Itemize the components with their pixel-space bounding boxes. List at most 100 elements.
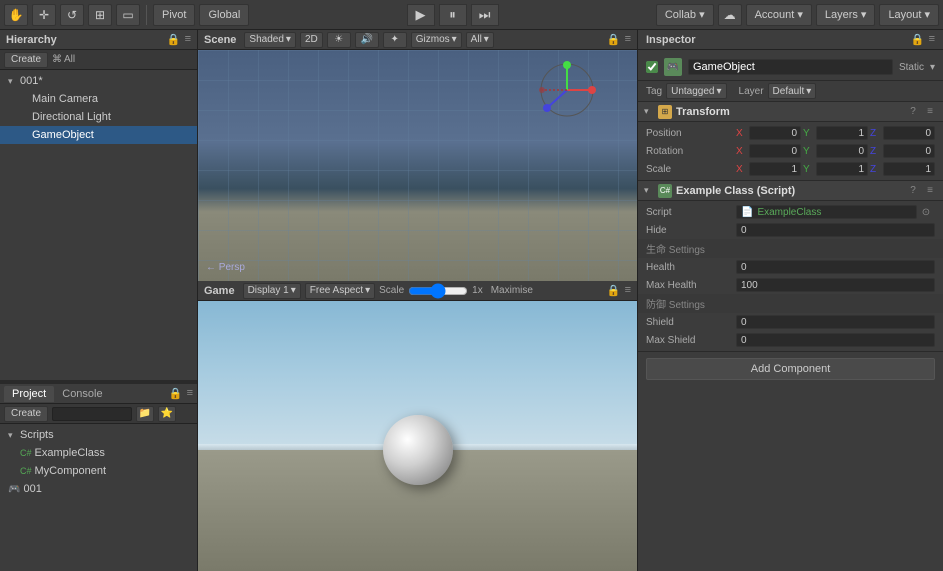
project-menu-icon[interactable]: ≡ xyxy=(187,387,193,400)
pivot-button[interactable]: Pivot xyxy=(153,4,195,26)
layers-button[interactable]: Layers ▾ xyxy=(816,4,876,26)
left-panel: Hierarchy 🔒 ≡ Create ⌘ All ▾ 001* xyxy=(0,30,198,571)
step-button[interactable]: ⏭ xyxy=(471,4,499,26)
tab-console[interactable]: Console xyxy=(54,386,110,402)
mycomponent-icon: C# xyxy=(20,466,32,476)
project-folder-button[interactable]: 📁 xyxy=(136,406,154,422)
max-shield-input[interactable] xyxy=(736,333,935,347)
tab-project[interactable]: Project xyxy=(4,386,54,402)
hand-tool-button[interactable]: ✋ xyxy=(4,4,28,26)
scene-audio-button[interactable]: 🔊 xyxy=(355,32,379,48)
inspector-lock-icon[interactable]: 🔒 xyxy=(911,33,925,46)
scene-all-dropdown[interactable]: All ▾ xyxy=(466,32,494,48)
game-menu-icon[interactable]: ≡ xyxy=(625,284,631,297)
pos-x-input[interactable] xyxy=(749,126,801,140)
hierarchy-item-2[interactable]: GameObject xyxy=(0,126,197,144)
tag-dropdown[interactable]: Untagged ▾ xyxy=(666,83,726,99)
cloud-button[interactable]: ☁ xyxy=(718,4,742,26)
project-mycomponent-item[interactable]: C# MyComponent xyxy=(0,462,197,480)
layer-dropdown[interactable]: Default ▾ xyxy=(768,83,817,99)
pause-button[interactable]: ⏸ xyxy=(439,4,467,26)
sc-x-axis: X xyxy=(736,164,748,175)
add-component-button[interactable]: Add Component xyxy=(646,358,935,380)
scale-slider[interactable] xyxy=(408,285,468,297)
project-exampleclass-item[interactable]: C# ExampleClass xyxy=(0,444,197,462)
hierarchy-all-tag[interactable]: ⌘ All xyxy=(52,54,75,65)
rot-z-input[interactable] xyxy=(883,144,935,158)
game-aspect-dropdown[interactable]: Free Aspect ▾ xyxy=(305,283,375,299)
script-edit-button[interactable]: ⊙ xyxy=(917,205,935,219)
hierarchy-create-button[interactable]: Create xyxy=(4,52,48,68)
scripts-folder-label: Scripts xyxy=(20,429,54,441)
transform-help-button[interactable]: ? xyxy=(906,105,920,119)
scene-fx-button[interactable]: ✦ xyxy=(383,32,407,48)
pos-z-input[interactable] xyxy=(883,126,935,140)
scene-view: ← Persp xyxy=(198,50,637,281)
hierarchy-lock-icon: 🔒 xyxy=(167,33,181,46)
shaded-arrow: ▾ xyxy=(286,34,291,45)
defense-settings-label: 防御 Settings xyxy=(638,294,943,313)
active-checkbox-input[interactable] xyxy=(646,61,658,73)
mycomponent-label: MyComponent xyxy=(35,465,107,477)
scene-gizmos-dropdown[interactable]: Gizmos ▾ xyxy=(411,32,462,48)
hierarchy-item-1[interactable]: Directional Light xyxy=(0,108,197,126)
project-create-button[interactable]: Create xyxy=(4,406,48,422)
game-display-dropdown[interactable]: Display 1 ▾ xyxy=(243,283,301,299)
layout-button[interactable]: Layout ▾ xyxy=(879,4,939,26)
project-star-button[interactable]: ⭐ xyxy=(158,406,176,422)
transform-menu-button[interactable]: ≡ xyxy=(923,105,937,119)
hierarchy-menu-icon[interactable]: ≡ xyxy=(185,33,191,46)
collab-button[interactable]: Collab ▾ xyxy=(656,4,714,26)
project-search-input[interactable] xyxy=(52,407,132,421)
sc-x-group: X xyxy=(736,162,801,176)
rot-y-input[interactable] xyxy=(816,144,868,158)
gizmos-arrow: ▾ xyxy=(452,34,457,45)
script-value-field[interactable]: 📄 ExampleClass xyxy=(736,205,917,219)
gameobject-top-row: 🎮 Static ▾ xyxy=(638,54,943,81)
sc-y-axis: Y xyxy=(803,164,815,175)
project-001-item[interactable]: 🎮 001 xyxy=(0,480,197,498)
pos-y-axis: Y xyxy=(803,128,815,139)
scene-menu-icon[interactable]: ≡ xyxy=(625,33,631,46)
layer-label: Layer xyxy=(739,86,764,97)
rot-z-axis: Z xyxy=(870,146,882,157)
health-row: Health xyxy=(638,258,943,276)
rot-x-axis: X xyxy=(736,146,748,157)
pos-y-input[interactable] xyxy=(816,126,868,140)
rotate-tool-button[interactable]: ↺ xyxy=(60,4,84,26)
move-tool-button[interactable]: ✛ xyxy=(32,4,56,26)
rect-tool-button[interactable]: ▭ xyxy=(116,4,140,26)
health-input[interactable] xyxy=(736,260,935,274)
scene-shaded-dropdown[interactable]: Shaded ▾ xyxy=(244,32,296,48)
gameobject-active-checkbox[interactable] xyxy=(646,61,658,73)
script-menu-button[interactable]: ≡ xyxy=(923,184,937,198)
global-button[interactable]: Global xyxy=(199,4,249,26)
scene-light-button[interactable]: ☀ xyxy=(327,32,351,48)
tag-label: Tag xyxy=(646,86,662,97)
sc-x-input[interactable] xyxy=(749,162,801,176)
transform-header[interactable]: ▾ ⊞ Transform ? ≡ xyxy=(638,102,943,122)
hierarchy-item-0[interactable]: Main Camera xyxy=(0,90,197,108)
pivot-label: Pivot xyxy=(162,9,186,21)
scale-tool-button[interactable]: ⊞ xyxy=(88,4,112,26)
display-arrow: ▾ xyxy=(291,285,296,296)
max-health-input[interactable] xyxy=(736,278,935,292)
gameobject-name-input[interactable] xyxy=(688,59,893,75)
inspector-tab[interactable]: Inspector xyxy=(646,34,696,46)
hierarchy-root-item[interactable]: ▾ 001* xyxy=(0,72,197,90)
hide-input[interactable] xyxy=(736,223,935,237)
pos-y-group: Y xyxy=(803,126,868,140)
static-dropdown[interactable]: ▾ xyxy=(930,62,935,73)
play-button[interactable]: ▶ xyxy=(407,4,435,26)
script-header[interactable]: ▾ C# Example Class (Script) ? ≡ xyxy=(638,181,943,201)
script-help-button[interactable]: ? xyxy=(906,184,920,198)
account-button[interactable]: Account ▾ xyxy=(746,4,812,26)
health-label: Health xyxy=(646,262,736,273)
shield-input[interactable] xyxy=(736,315,935,329)
inspector-menu-icon[interactable]: ≡ xyxy=(929,33,935,46)
scene-2d-button[interactable]: 2D xyxy=(300,32,323,48)
sc-z-input[interactable] xyxy=(883,162,935,176)
sc-y-input[interactable] xyxy=(816,162,868,176)
rot-x-input[interactable] xyxy=(749,144,801,158)
project-scripts-folder[interactable]: ▾ Scripts xyxy=(0,426,197,444)
